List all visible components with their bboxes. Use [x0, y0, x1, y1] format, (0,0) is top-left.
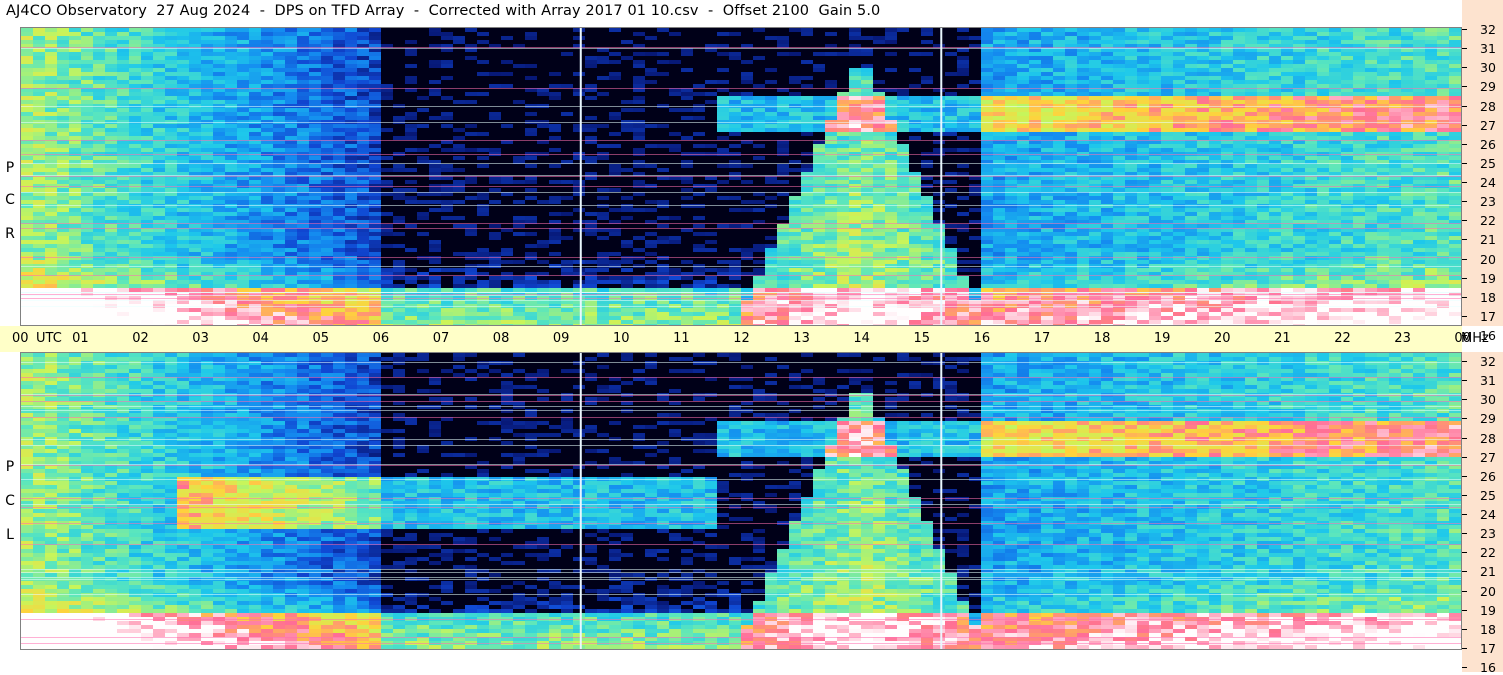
time-marker-line: [580, 28, 582, 325]
x-tick-label: 23: [1394, 331, 1411, 346]
lcp-label-column: P C L: [0, 352, 20, 650]
polarization-letter: P: [3, 160, 17, 176]
x-tick-label: 10: [613, 331, 630, 346]
x-tick-label: 02: [132, 331, 149, 346]
x-tick-label: 17: [1034, 331, 1051, 346]
x-tick-label: 22: [1334, 331, 1351, 346]
time-marker-line: [580, 353, 582, 649]
x-tick-label: 01: [72, 331, 89, 346]
x-tick-label: 07: [433, 331, 450, 346]
x-tick-label: 14: [853, 331, 870, 346]
x-tick-label: 03: [192, 331, 209, 346]
x-tick-label: 11: [673, 331, 690, 346]
x-tick-label: 00: [12, 331, 29, 346]
x-tick-label: 21: [1274, 331, 1291, 346]
x-tick-label: 20: [1214, 331, 1231, 346]
time-marker-line: [940, 353, 942, 649]
polarization-letter: L: [3, 527, 17, 543]
y-unit-label: MHz: [1461, 331, 1489, 346]
x-tick-label: 05: [313, 331, 330, 346]
x-axis-label: UTC: [36, 331, 62, 346]
x-tick-label: 15: [914, 331, 931, 346]
x-tick-label: 18: [1094, 331, 1111, 346]
polarization-letter: P: [3, 459, 17, 475]
lcp-frequency-axis: 3231302928272625242322212019181716: [1462, 352, 1503, 672]
utc-time-axis: 00 01 02 03 04 05 06 07 08 09 10 11 12 13 14 15 16 17 18 19…: [0, 326, 1462, 352]
chart-title: AJ4CO Observatory 27 Aug 2024 - DPS on T…: [6, 3, 880, 19]
x-tick-label: 06: [373, 331, 390, 346]
x-tick-label: 08: [493, 331, 510, 346]
x-tick-label: 04: [252, 331, 269, 346]
lcp-spectrogram: [20, 352, 1462, 650]
rcp-label-column: P C R: [0, 27, 20, 326]
time-marker-line: [940, 28, 942, 325]
polarization-letter: C: [3, 493, 17, 509]
polarization-letter: C: [3, 192, 17, 208]
x-tick-label: 16: [974, 331, 991, 346]
x-tick-label: 09: [553, 331, 570, 346]
rcp-spectrogram: [20, 27, 1462, 326]
rcp-frequency-axis: 3231302928272625242322212019181716: [1462, 0, 1503, 326]
spectrogram-image: [21, 353, 1461, 649]
x-tick-label: 12: [733, 331, 750, 346]
polarization-letter: R: [3, 226, 17, 242]
spectrogram-image: [21, 28, 1461, 325]
x-tick-label: 13: [793, 331, 810, 346]
x-tick-label: 19: [1154, 331, 1171, 346]
